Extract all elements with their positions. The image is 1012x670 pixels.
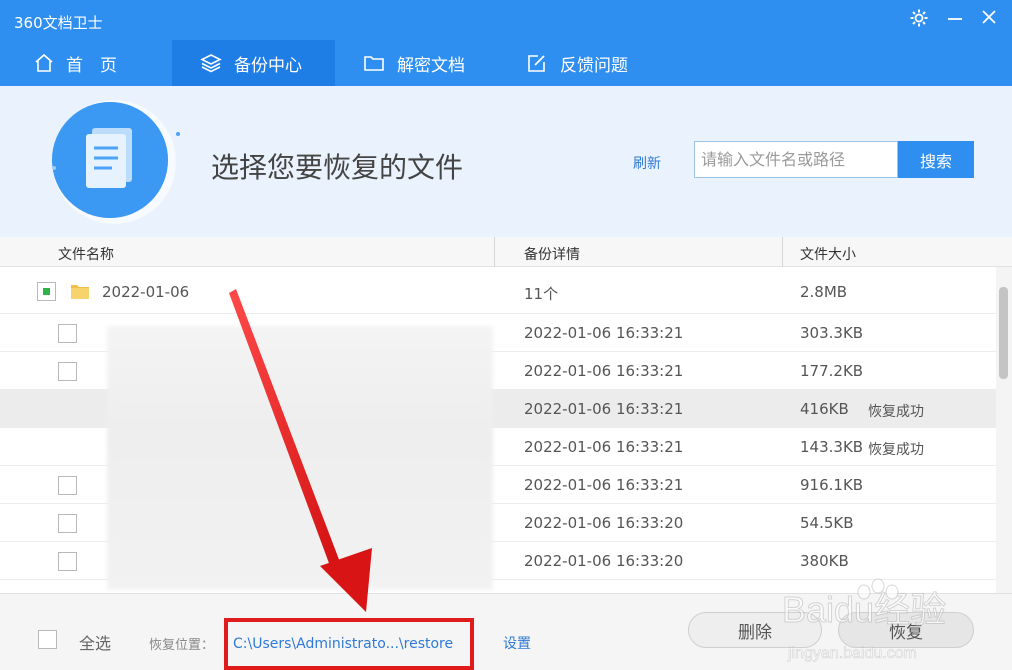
search-input[interactable]	[694, 141, 898, 178]
tab-feedback-label: 反馈问题	[560, 55, 628, 76]
layers-icon	[200, 54, 222, 73]
page-title: 选择您要恢复的文件	[211, 151, 464, 184]
hero-section: 选择您要恢复的文件 刷新 搜索	[0, 86, 1012, 237]
redacted-filenames	[107, 326, 493, 590]
row-detail: 2022-01-06 16:33:20	[524, 552, 684, 570]
edit-icon	[528, 55, 545, 72]
restore-path-label: 恢复位置：	[149, 638, 215, 653]
select-all-label[interactable]: 全选	[79, 630, 111, 654]
row-detail: 2022-01-06 16:33:21	[524, 362, 684, 380]
column-header-name[interactable]: 文件名称	[58, 244, 114, 264]
row-size: 143.3KB	[800, 438, 864, 456]
row-detail: 2022-01-06 16:33:21	[524, 476, 684, 494]
close-icon[interactable]	[978, 8, 1000, 30]
restore-path-link[interactable]: C:\Users\Administrato...\restore	[233, 636, 453, 652]
row-size: 916.1KB	[800, 476, 864, 494]
tab-home[interactable]: 首 页	[34, 40, 172, 86]
vertical-scrollbar[interactable]	[996, 267, 1012, 593]
column-header-size[interactable]: 文件大小	[800, 244, 856, 264]
group-detail: 11个	[524, 285, 559, 303]
nav-bar: 首 页 备份中心 解密文档 反馈问题	[0, 40, 1012, 86]
row-size: 416KB	[800, 400, 849, 418]
search-button[interactable]: 搜索	[898, 141, 974, 178]
column-header-detail[interactable]: 备份详情	[524, 244, 580, 264]
tab-decrypt-label: 解密文档	[397, 55, 465, 76]
row-size: 380KB	[800, 552, 849, 570]
row-size: 303.3KB	[800, 324, 864, 342]
column-divider[interactable]	[782, 237, 783, 267]
row-checkbox[interactable]	[58, 552, 77, 571]
document-illustration-icon	[52, 100, 180, 224]
tab-feedback[interactable]: 反馈问题	[526, 40, 666, 86]
tab-backup-center-label: 备份中心	[234, 55, 302, 76]
app-title: 360文档卫士	[14, 14, 103, 32]
row-size: 177.2KB	[800, 362, 864, 380]
row-detail: 2022-01-06 16:33:21	[524, 324, 684, 342]
group-row[interactable]: 2022-01-06 11个 2.8MB	[0, 267, 996, 314]
restore-button[interactable]: 恢复	[838, 612, 974, 648]
title-bar: 360文档卫士	[0, 0, 1012, 40]
settings-gear-icon[interactable]	[908, 8, 930, 30]
folder-icon	[71, 285, 89, 299]
select-all-checkbox[interactable]	[38, 630, 57, 649]
row-checkbox[interactable]	[58, 476, 77, 495]
table-header: 文件名称 备份详情 文件大小	[0, 237, 1012, 267]
group-size: 2.8MB	[800, 283, 848, 301]
footer-bar: 全选 恢复位置： C:\Users\Administrato...\restor…	[0, 593, 1012, 670]
folder-outline-icon	[364, 56, 384, 71]
row-checkbox[interactable]	[58, 514, 77, 533]
row-checkbox[interactable]	[58, 362, 77, 381]
home-icon	[35, 53, 53, 72]
scrollbar-thumb[interactable]	[999, 287, 1008, 379]
row-checkbox[interactable]	[58, 324, 77, 343]
tab-home-label: 首 页	[66, 55, 117, 76]
row-detail: 2022-01-06 16:33:20	[524, 514, 684, 532]
settings-link[interactable]: 设置	[503, 633, 531, 653]
group-checkbox[interactable]	[37, 282, 56, 301]
tab-backup-center[interactable]: 备份中心	[172, 40, 335, 86]
status-badge: 恢复成功	[868, 442, 924, 458]
status-badge: 恢复成功	[868, 404, 924, 420]
column-divider[interactable]	[494, 237, 495, 267]
minimize-icon[interactable]	[944, 8, 966, 30]
row-detail: 2022-01-06 16:33:21	[524, 400, 684, 418]
refresh-link[interactable]: 刷新	[633, 153, 661, 173]
tab-decrypt[interactable]: 解密文档	[363, 40, 503, 86]
restore-path-highlight: C:\Users\Administrato...\restore	[224, 618, 474, 670]
group-name: 2022-01-06	[102, 283, 190, 301]
row-size: 54.5KB	[800, 514, 854, 532]
row-detail: 2022-01-06 16:33:21	[524, 438, 684, 456]
delete-button[interactable]: 删除	[688, 612, 822, 648]
